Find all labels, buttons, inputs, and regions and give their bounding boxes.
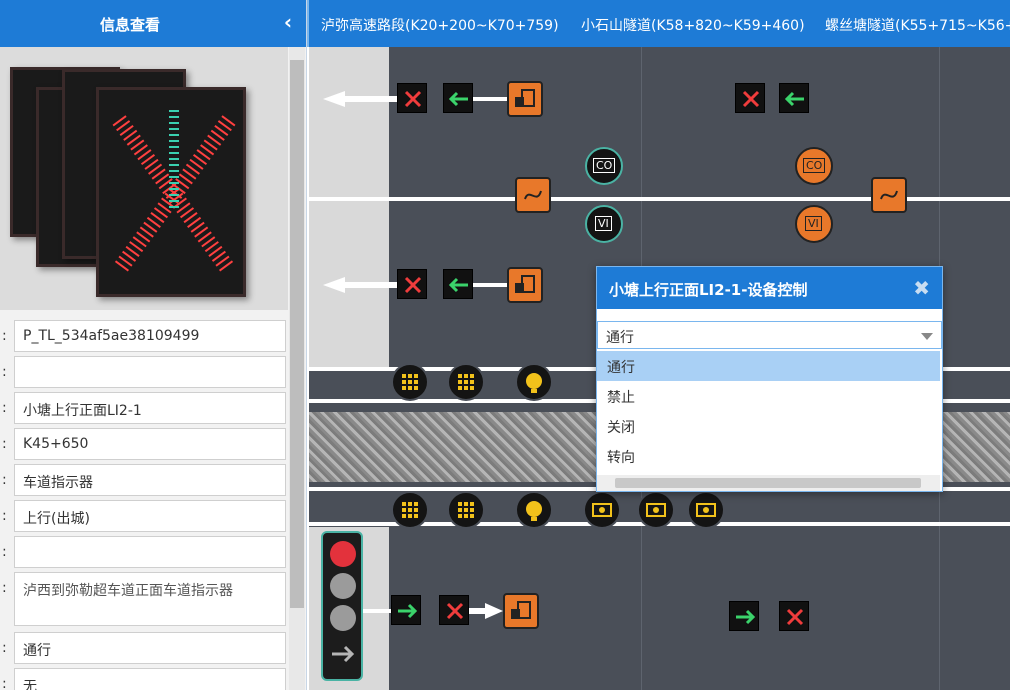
- emergency-phone-icon[interactable]: [687, 491, 725, 529]
- vms-sign-icon[interactable]: [503, 593, 539, 629]
- red-lamp-icon: [330, 541, 356, 567]
- lane-pass-icon[interactable]: [729, 601, 759, 631]
- dropdown-scrollbar[interactable]: [597, 475, 940, 491]
- empty-field[interactable]: [14, 536, 286, 568]
- lane-forbid-icon[interactable]: [397, 269, 427, 299]
- left-arrow-icon: [323, 91, 403, 107]
- device-type-field[interactable]: 车道指示器: [14, 464, 286, 496]
- emergency-phone-icon[interactable]: [637, 491, 675, 529]
- close-icon[interactable]: ✖: [913, 276, 930, 300]
- lightbulb-icon[interactable]: [515, 363, 553, 401]
- chevron-left-icon[interactable]: ‹: [279, 12, 297, 34]
- connector-line: [473, 97, 507, 101]
- direction-field[interactable]: 上行(出城): [14, 500, 286, 532]
- status-field[interactable]: 通行: [14, 632, 286, 664]
- remark-field[interactable]: 无: [14, 668, 286, 690]
- light-matrix-icon[interactable]: [391, 491, 429, 529]
- option-pass[interactable]: 通行: [597, 351, 940, 381]
- connector-line: [473, 283, 507, 287]
- lane-forbid-icon[interactable]: [397, 83, 427, 113]
- fan-icon[interactable]: [871, 177, 907, 213]
- light-matrix-icon[interactable]: [447, 491, 485, 529]
- right-arrow-icon: [332, 645, 355, 663]
- amber-lamp-icon: [330, 573, 356, 599]
- tab-luositang-tunnel[interactable]: 螺丝塘隧道(K55+715~K56+: [825, 15, 1010, 35]
- stake-field[interactable]: K45+650: [14, 428, 286, 460]
- lane-forbid-icon[interactable]: [735, 83, 765, 113]
- device-name-field[interactable]: 小塘上行正面LI2-1: [14, 392, 286, 424]
- right-arrow-icon: [469, 603, 503, 619]
- control-mode-select[interactable]: 通行: [597, 321, 942, 349]
- info-panel-header: 信息查看 ‹: [0, 0, 306, 47]
- vi-label: VI: [595, 216, 612, 231]
- dialog-title: 小塘上行正面LI2-1-设备控制: [609, 281, 808, 299]
- emergency-phone-icon[interactable]: [583, 491, 621, 529]
- select-value: 通行: [606, 330, 634, 346]
- vi-sensor-icon[interactable]: VI: [585, 205, 623, 243]
- empty-field[interactable]: [14, 356, 286, 388]
- vms-sign-icon[interactable]: [507, 81, 543, 117]
- lane-pass-icon[interactable]: [779, 83, 809, 113]
- co-sensor-icon[interactable]: CO: [795, 147, 833, 185]
- lane-x-icon: [112, 110, 236, 275]
- left-arrow-icon: [323, 277, 403, 293]
- scrollbar-thumb[interactable]: [290, 60, 304, 608]
- lane-pass-icon[interactable]: [443, 83, 473, 113]
- option-close[interactable]: 关闭: [597, 411, 940, 441]
- dialog-header: 小塘上行正面LI2-1-设备控制 ✖: [597, 267, 942, 309]
- light-matrix-icon[interactable]: [391, 363, 429, 401]
- tab-xiaoshishan-tunnel[interactable]: 小石山隧道(K58+820~K59+460): [581, 15, 805, 35]
- lane-forbid-icon[interactable]: [779, 601, 809, 631]
- chevron-down-icon[interactable]: [921, 333, 933, 340]
- fan-icon[interactable]: [515, 177, 551, 213]
- description-field[interactable]: 泸西到弥勒超车道正面车道指示器: [14, 572, 286, 626]
- option-turn[interactable]: 转向: [597, 441, 940, 471]
- green-lamp-icon: [330, 605, 356, 631]
- lane-pass-icon[interactable]: [443, 269, 473, 299]
- road-tab-bar: 泸弥高速路段(K20+200~K70+759) 小石山隧道(K58+820~K5…: [307, 0, 1010, 47]
- option-forbid[interactable]: 禁止: [597, 381, 940, 411]
- info-panel-title: 信息查看: [100, 16, 161, 34]
- light-matrix-icon[interactable]: [447, 363, 485, 401]
- co-label: CO: [593, 158, 616, 173]
- scrollbar-thumb[interactable]: [615, 478, 921, 488]
- device-control-dialog: 小塘上行正面LI2-1-设备控制 ✖ 通行 通行 禁止 关闭 转向: [596, 266, 943, 492]
- vi-label: VI: [805, 216, 822, 231]
- vi-sensor-icon[interactable]: VI: [795, 205, 833, 243]
- device-id-field[interactable]: P_TL_534af5ae38109499: [14, 320, 286, 352]
- lane-pass-icon[interactable]: [391, 595, 421, 625]
- info-panel: 信息查看 ‹ : P_TL_534af5ae38109499 : : 小塘上行正…: [0, 0, 307, 690]
- device-photo: [0, 47, 288, 310]
- vms-sign-icon[interactable]: [507, 267, 543, 303]
- tab-luxi-mile-highway[interactable]: 泸弥高速路段(K20+200~K70+759): [321, 15, 559, 35]
- lane-forbid-icon[interactable]: [439, 595, 469, 625]
- co-sensor-icon[interactable]: CO: [585, 147, 623, 185]
- traffic-light[interactable]: [321, 531, 363, 681]
- co-label: CO: [803, 158, 826, 173]
- lightbulb-icon[interactable]: [515, 491, 553, 529]
- connector-line: [363, 609, 393, 613]
